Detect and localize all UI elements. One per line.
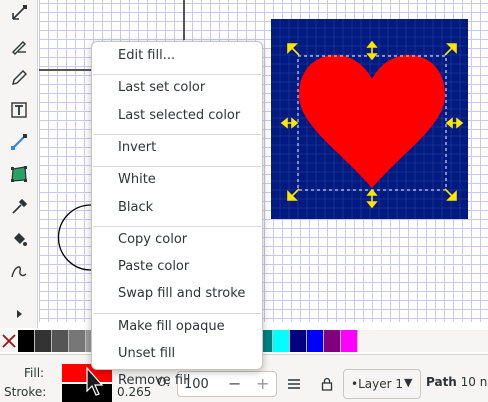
menu-item-swap-fill-and-stroke[interactable]: Swap fill and stroke xyxy=(92,283,262,305)
menu-item-paste-color[interactable]: Paste color xyxy=(92,256,262,278)
layer-name: •Layer 1 xyxy=(351,377,403,391)
mouse-cursor-icon xyxy=(85,366,105,401)
pencil-tool-icon[interactable] xyxy=(8,67,30,89)
lock-icon[interactable] xyxy=(314,371,340,397)
menu-separator xyxy=(93,312,261,314)
palette-swatch[interactable] xyxy=(307,330,324,352)
menu-item-last-set-color[interactable]: Last set color xyxy=(92,77,262,99)
menu-item-unset-fill[interactable]: Unset fill xyxy=(92,343,262,365)
menu-separator xyxy=(93,166,261,168)
menu-item-invert[interactable]: Invert xyxy=(92,137,262,159)
chevron-down-icon: ▼ xyxy=(404,376,413,389)
menu-item-black[interactable]: Black xyxy=(92,197,262,219)
palette-swatch[interactable] xyxy=(18,330,35,352)
menu-separator xyxy=(93,74,261,76)
palette-swatch[interactable] xyxy=(341,330,358,352)
palette-swatch[interactable] xyxy=(69,330,86,352)
gradient-tool-icon[interactable] xyxy=(8,131,30,153)
menu-item-copy-color[interactable]: Copy color xyxy=(92,229,262,251)
menu-separator xyxy=(93,225,261,227)
menu-item-last-selected-color[interactable]: Last selected color xyxy=(92,105,262,127)
spiro-path-icon[interactable] xyxy=(8,260,30,282)
toolbox xyxy=(0,0,38,328)
no-paint-icon[interactable] xyxy=(0,330,18,352)
fill-context-menu: Edit fill... Last set color Last selected … xyxy=(91,41,263,388)
menu-item-white[interactable]: White xyxy=(92,169,262,191)
dropper-tool-icon[interactable] xyxy=(8,196,30,218)
stroke-label: Stroke: xyxy=(4,385,47,399)
layer-dropdown[interactable]: •Layer 1 ▼ xyxy=(343,369,421,399)
palette-swatch[interactable] xyxy=(290,330,307,352)
palette-swatch[interactable] xyxy=(324,330,341,352)
mesh-tool-icon[interactable] xyxy=(8,163,30,185)
palette-swatch[interactable] xyxy=(35,330,52,352)
fill-label: Fill: xyxy=(24,366,45,380)
more-tools-icon[interactable] xyxy=(8,303,30,325)
menu-item-edit-fill[interactable]: Edit fill... xyxy=(92,45,262,67)
status-object-type: Path xyxy=(426,375,457,389)
pen-tool-icon[interactable] xyxy=(8,35,30,57)
status-message: Path 10 n xyxy=(426,375,487,389)
circle-shape[interactable] xyxy=(57,204,92,271)
menu-item-make-fill-opaque[interactable]: Make fill opaque xyxy=(92,316,262,338)
node-tool-icon[interactable] xyxy=(8,2,30,24)
text-tool-icon[interactable] xyxy=(8,99,30,121)
menu-separator xyxy=(93,133,261,135)
palette-swatch[interactable] xyxy=(273,330,290,352)
layers-menu-icon[interactable] xyxy=(281,371,307,397)
menu-item-remove-fill[interactable]: Remove fill xyxy=(92,370,262,392)
status-detail: 10 n xyxy=(456,375,488,389)
paint-bucket-icon[interactable] xyxy=(8,228,30,250)
palette-swatch[interactable] xyxy=(52,330,69,352)
